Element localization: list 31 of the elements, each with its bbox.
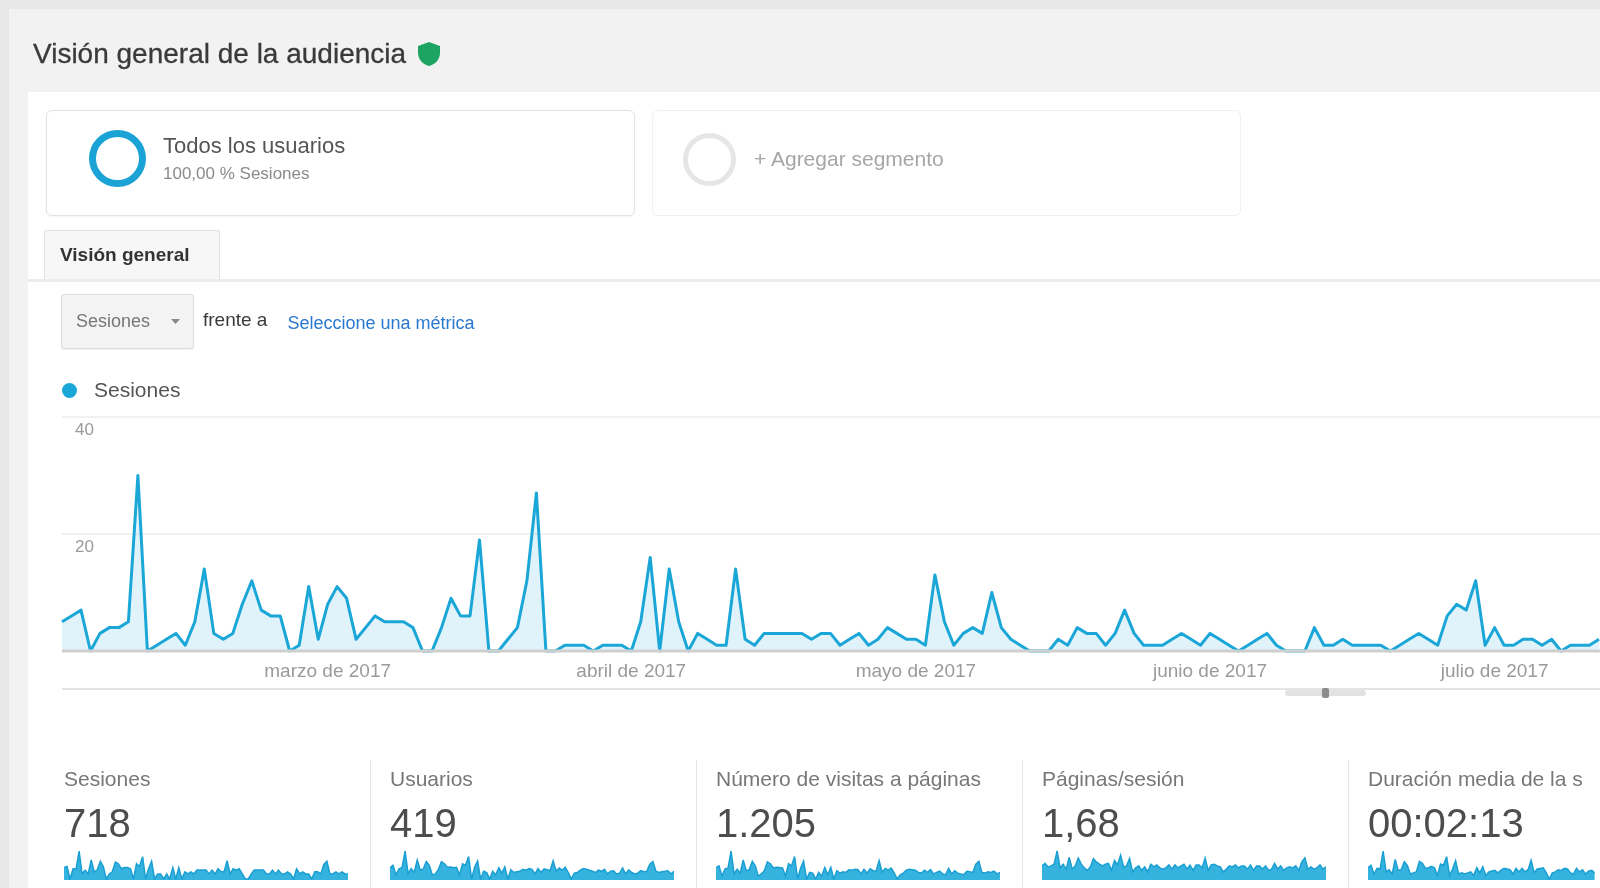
page-title: Visión general de la audiencia (33, 37, 407, 70)
x-axis-label: mayo de 2017 (855, 660, 977, 681)
metric-value: 00:02:13 (1368, 801, 1525, 845)
metric-value: 718 (64, 801, 132, 845)
metric-label: Usuarios (390, 767, 474, 791)
metric-value: 1.205 (716, 801, 818, 845)
x-axis-label: julio de 2017 (1440, 660, 1549, 681)
metric-link[interactable]: Seleccione una métrica (287, 313, 475, 334)
x-axis-label: junio de 2017 (1152, 660, 1268, 681)
metric-label: Páginas/sesión (1042, 767, 1186, 791)
caret-icon (171, 319, 180, 324)
metric-dropdown[interactable]: Sesiones (61, 294, 194, 349)
segment-card[interactable]: Todos los usuarios 100,00 % Sesiones (46, 110, 635, 216)
y-axis-label: 20 (75, 537, 94, 556)
ring-icon (683, 132, 736, 186)
shield-icon (417, 40, 442, 67)
compare-label: frente a (203, 309, 268, 331)
handle-icon[interactable] (1285, 688, 1366, 698)
metric-label: Duración media de la s (1368, 767, 1584, 791)
legend-label: Sesiones (94, 379, 181, 401)
x-axis-label: marzo de 2017 (264, 660, 392, 681)
x-axis-label: abril de 2017 (576, 660, 687, 681)
metric-label: Sesiones (64, 767, 152, 791)
tab[interactable]: Visión general (44, 230, 220, 279)
metric-value: 1,68 (1042, 801, 1121, 845)
y-axis-label: 40 (75, 420, 94, 439)
metric-value: 419 (390, 801, 458, 845)
metric-label: Número de visitas a páginas (716, 767, 982, 791)
segment-share: 100,00 % Sesiones (163, 163, 311, 184)
add-segment-button[interactable]: + Agregar segmento (652, 110, 1241, 216)
segment-name: Todos los usuarios (163, 132, 346, 158)
